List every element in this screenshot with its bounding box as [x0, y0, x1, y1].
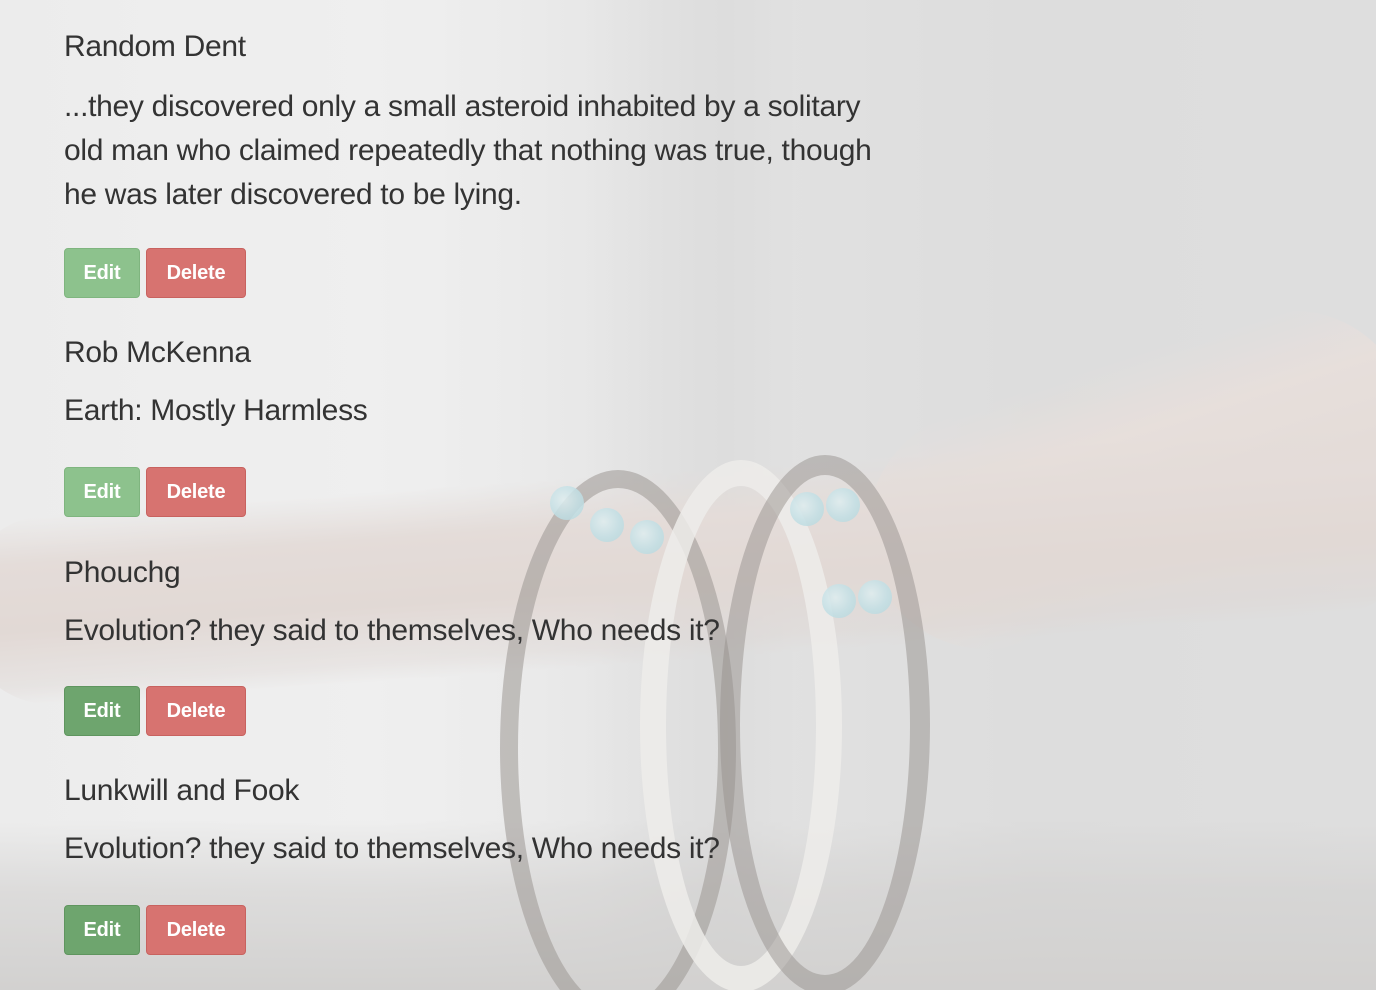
delete-button[interactable]: Delete	[146, 686, 246, 736]
entry-actions: Edit Delete	[64, 686, 246, 736]
delete-button[interactable]: Delete	[146, 248, 246, 298]
edit-button[interactable]: Edit	[64, 248, 140, 298]
quote-author: Lunkwill and Fook	[64, 774, 300, 807]
edit-button[interactable]: Edit	[64, 686, 140, 736]
quote-text: Evolution? they said to themselves, Who …	[64, 614, 720, 647]
quote-author: Random Dent	[64, 30, 246, 63]
quote-text: ...they discovered only a small asteroid…	[64, 90, 872, 211]
entry-actions: Edit Delete	[64, 905, 246, 955]
list-item: Lunkwill and Fook Evolution? they said t…	[64, 773, 904, 871]
entry-actions: Edit Delete	[64, 248, 246, 298]
edit-button[interactable]: Edit	[64, 467, 140, 517]
delete-button[interactable]: Delete	[146, 905, 246, 955]
edit-button[interactable]: Edit	[64, 905, 140, 955]
quote-author: Phouchg	[64, 556, 181, 589]
list-item: Phouchg Evolution? they said to themselv…	[64, 555, 904, 653]
delete-button[interactable]: Delete	[146, 467, 246, 517]
list-item: Rob McKenna Earth: Mostly Harmless	[64, 335, 904, 433]
quote-text: Evolution? they said to themselves, Who …	[64, 832, 720, 865]
entry-actions: Edit Delete	[64, 467, 246, 517]
list-item: Random Dent ...they discovered only a sm…	[64, 29, 904, 217]
quote-author: Rob McKenna	[64, 336, 251, 369]
quote-text: Earth: Mostly Harmless	[64, 394, 368, 427]
